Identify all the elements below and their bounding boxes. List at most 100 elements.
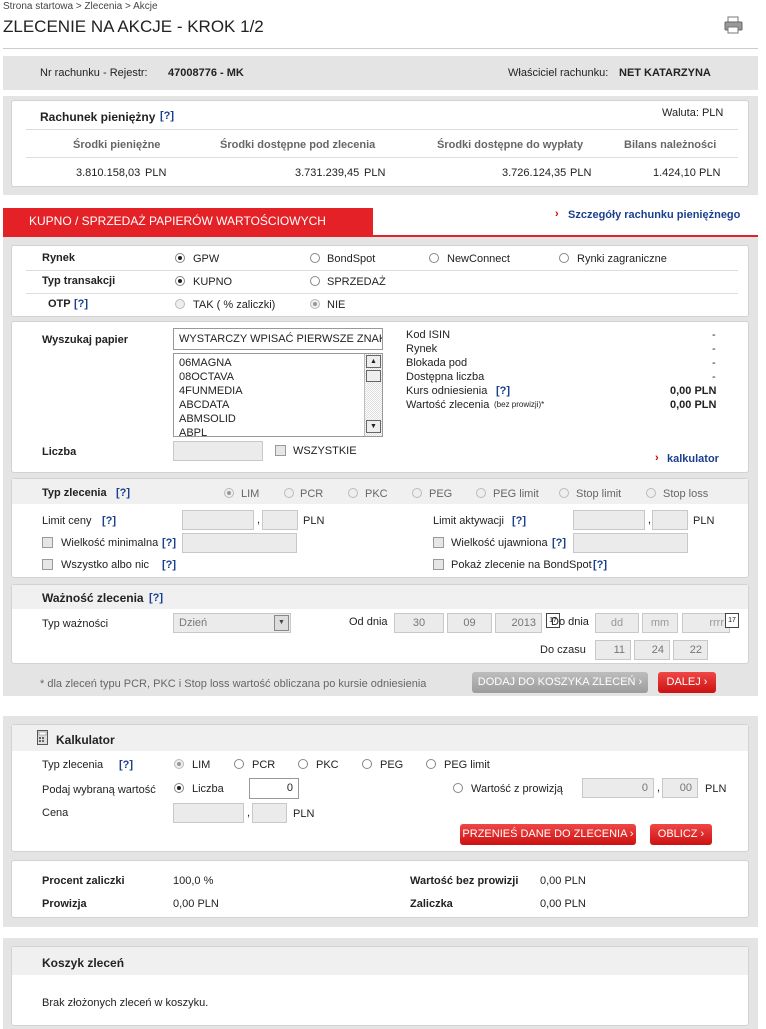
list-scrollbar[interactable]: ▲ ▼	[364, 354, 382, 436]
calc-radio-peg-limit[interactable]	[426, 759, 436, 769]
add-to-basket-button[interactable]: DODAJ DO KOSZYKA ZLECEŃ ›	[472, 672, 648, 693]
security-list[interactable]: 06MAGNA 08OCTAVA 4FUNMEDIA ABCDATA ABMSO…	[173, 353, 383, 440]
min-size-input[interactable]	[182, 533, 297, 553]
visible-size-checkbox[interactable]	[433, 537, 444, 548]
radio-newconnect[interactable]	[429, 253, 439, 263]
radio-bondspot[interactable]	[310, 253, 320, 263]
list-item[interactable]: ABPL	[179, 426, 243, 440]
min-size-help-link[interactable]: [?]	[162, 537, 176, 549]
time-hour-input[interactable]: 11	[595, 640, 631, 660]
calculator-icon	[37, 730, 48, 745]
time-minute-input[interactable]: 24	[634, 640, 670, 660]
radio-peg-limit-label: PEG limit	[493, 488, 539, 500]
validity-type-select[interactable]: Dzień ▼	[173, 613, 291, 633]
radio-lim[interactable]	[224, 488, 234, 498]
breadcrumb[interactable]: Strona startowa > Zlecenia > Akcje	[3, 1, 158, 12]
advance-percent-value: 100,0 %	[173, 875, 214, 887]
scroll-up-icon[interactable]: ▲	[366, 355, 381, 368]
count-input[interactable]	[173, 441, 263, 461]
list-item[interactable]: 06MAGNA	[179, 356, 243, 370]
calc-radio-count[interactable]	[174, 783, 184, 793]
decimal-comma: ,	[648, 514, 652, 526]
activation-limit-dec-input[interactable]	[652, 510, 688, 530]
cash-col-funds: Środki pieniężne	[73, 139, 161, 151]
from-day-input[interactable]: 30	[394, 613, 444, 633]
radio-pkc-label: PKC	[365, 488, 388, 500]
calc-radio-lim[interactable]	[174, 759, 184, 769]
chevron-down-icon[interactable]: ▼	[274, 615, 289, 631]
search-paper-input[interactable]: WYSTARCZY WPISAĆ PIERWSZE ZNAKI	[173, 328, 383, 350]
scroll-thumb[interactable]	[366, 370, 381, 382]
price-limit-dec-input[interactable]	[262, 510, 298, 530]
calculate-button[interactable]: OBLICZ ›	[650, 824, 712, 845]
otp-help-link[interactable]: [?]	[74, 298, 88, 310]
cash-help-link[interactable]: [?]	[160, 110, 174, 122]
cash-col-available-withdraw: Środki dostępne do wypłaty	[437, 139, 584, 151]
calc-withfee-int-input[interactable]: 0	[582, 778, 654, 798]
next-button[interactable]: DALEJ ›	[658, 672, 716, 693]
radio-otp-no[interactable]	[310, 299, 320, 309]
radio-stop-loss[interactable]	[646, 488, 656, 498]
calc-radio-peg-limit-label: PEG limit	[444, 759, 490, 771]
list-item[interactable]: ABCDATA	[179, 398, 243, 412]
visible-size-input[interactable]	[573, 533, 688, 553]
to-month-input[interactable]: mm	[642, 613, 678, 633]
to-year-input[interactable]: rrrr	[682, 613, 730, 633]
list-item[interactable]: 4FUNMEDIA	[179, 384, 243, 398]
radio-peg-limit[interactable]	[476, 488, 486, 498]
calc-price-dec-input[interactable]	[252, 803, 287, 823]
calc-radio-pcr[interactable]	[234, 759, 244, 769]
market-info-value: -	[712, 343, 716, 355]
radio-pcr[interactable]	[284, 488, 294, 498]
calc-radio-withfee[interactable]	[453, 783, 463, 793]
calc-price-int-input[interactable]	[173, 803, 244, 823]
transfer-to-order-button[interactable]: PRZENIEŚ DANE DO ZLECENIA ›	[460, 824, 636, 845]
all-or-none-help-link[interactable]: [?]	[162, 559, 176, 571]
from-year-input[interactable]: 2013	[495, 613, 542, 633]
calc-radio-peg[interactable]	[362, 759, 372, 769]
activation-limit-help-link[interactable]: [?]	[512, 515, 526, 527]
cash-details-link[interactable]: Szczegóły rachunku pieniężnego	[568, 209, 740, 221]
unit-label: PLN	[303, 515, 325, 527]
printer-icon[interactable]	[724, 16, 743, 34]
all-or-none-checkbox[interactable]	[42, 559, 53, 570]
validity-title: Ważność zlecenia	[42, 591, 144, 605]
all-checkbox[interactable]	[275, 445, 286, 456]
scroll-down-icon[interactable]: ▼	[366, 420, 381, 433]
radio-foreign[interactable]	[559, 253, 569, 263]
radio-buy[interactable]	[175, 276, 185, 286]
calc-radio-pkc[interactable]	[298, 759, 308, 769]
bondspot-checkbox[interactable]	[433, 559, 444, 570]
to-day-input[interactable]: dd	[595, 613, 639, 633]
calc-count-input[interactable]: 0	[249, 778, 299, 799]
radio-gpw[interactable]	[175, 253, 185, 263]
unit-label: PLN	[293, 808, 315, 820]
reference-price-help-link[interactable]: [?]	[496, 385, 510, 397]
validity-help-link[interactable]: [?]	[149, 592, 163, 604]
tab-buy-sell[interactable]: KUPNO / SPRZEDAŻ PAPIERÓW WARTOŚCIOWYCH	[3, 208, 373, 236]
price-limit-help-link[interactable]: [?]	[102, 515, 116, 527]
visible-size-help-link[interactable]: [?]	[552, 537, 566, 549]
block-label: Blokada pod	[406, 357, 468, 369]
from-month-input[interactable]: 09	[447, 613, 492, 633]
unit-label: PLN	[705, 783, 727, 795]
calc-withfee-dec-input[interactable]: 00	[662, 778, 698, 798]
min-size-checkbox[interactable]	[42, 537, 53, 548]
calculator-link[interactable]: kalkulator	[667, 453, 719, 465]
radio-sell[interactable]	[310, 276, 320, 286]
price-limit-int-input[interactable]	[182, 510, 254, 530]
radio-pkc[interactable]	[348, 488, 358, 498]
bondspot-help-link[interactable]: [?]	[593, 559, 607, 571]
order-type-help-link[interactable]: [?]	[116, 487, 130, 499]
list-item[interactable]: ABMSOLID	[179, 412, 243, 426]
radio-stop-limit[interactable]	[559, 488, 569, 498]
list-item[interactable]: 08OCTAVA	[179, 370, 243, 384]
calc-type-help-link[interactable]: [?]	[119, 759, 133, 771]
time-second-input[interactable]: 22	[673, 640, 708, 660]
activation-limit-int-input[interactable]	[573, 510, 645, 530]
available-count-value: -	[712, 371, 716, 383]
calendar-icon[interactable]: 17	[725, 613, 739, 628]
radio-peg[interactable]	[412, 488, 422, 498]
radio-otp-yes[interactable]	[175, 299, 185, 309]
cash-col-balance: Bilans należności	[624, 139, 717, 151]
